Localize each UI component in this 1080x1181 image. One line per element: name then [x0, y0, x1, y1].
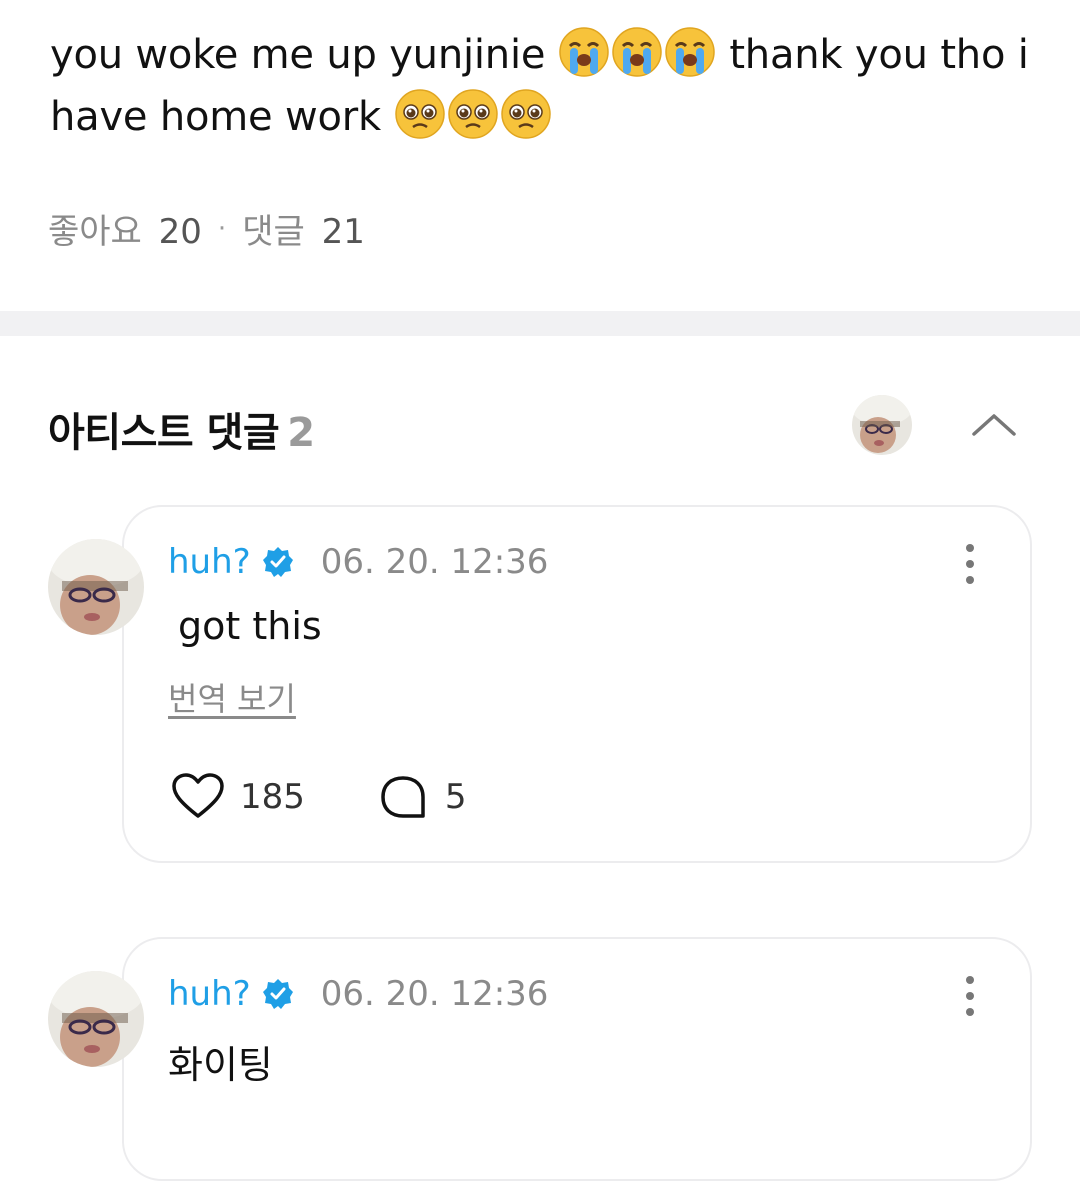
likes-stat[interactable]: 좋아요 20: [48, 204, 202, 253]
like-count: 185: [240, 777, 305, 817]
comment-author[interactable]: huh?: [168, 974, 251, 1014]
stats-separator: ·: [217, 213, 227, 244]
comments-label: 댓글: [242, 212, 305, 252]
chevron-up-icon[interactable]: [964, 400, 1024, 450]
comments-count: 21: [321, 212, 365, 252]
comment-time: 06. 20. 12:36: [320, 974, 549, 1014]
post-text-part2: thank you tho i: [729, 32, 1029, 78]
pleading-face-icon: [447, 89, 498, 139]
post-text-part1: you woke me up yunjinie: [50, 32, 546, 78]
artist-comments-title: 아티스트 댓글 2: [48, 400, 315, 458]
translate-link[interactable]: 번역 보기: [168, 674, 296, 720]
heart-icon[interactable]: [170, 772, 226, 822]
post-text: you woke me up yunjinie thank you tho i …: [50, 24, 1040, 148]
verified-badge-icon: [262, 547, 293, 577]
pleading-face-icon: [394, 89, 445, 139]
reply-bubble-icon[interactable]: [375, 772, 431, 822]
avatar[interactable]: [48, 971, 144, 1067]
crying-emoji-group: [558, 27, 730, 78]
comment-header: huh? 06. 20. 12:36: [168, 542, 548, 582]
reply-count: 5: [444, 777, 467, 817]
section-divider: [0, 311, 1080, 336]
pleading-face-icon: [500, 89, 551, 139]
artist-comments-count: 2: [287, 410, 315, 456]
verified-badge-icon: [262, 979, 293, 1009]
comment-body: 화이팅: [168, 1043, 273, 1087]
likes-count: 20: [158, 212, 202, 252]
comment-time: 06. 20. 12:36: [320, 542, 549, 582]
artist-comments-label: 아티스트 댓글: [48, 410, 280, 456]
more-options-icon[interactable]: [960, 974, 980, 1018]
loudly-crying-face-icon: [559, 27, 609, 77]
pleading-emoji-group: [394, 89, 553, 140]
comment-actions: 185 5: [170, 772, 467, 822]
comment-author[interactable]: huh?: [168, 542, 251, 582]
more-options-icon[interactable]: [960, 542, 980, 586]
artist-avatar[interactable]: [852, 395, 912, 455]
post-stats: 좋아요 20 · 댓글 21: [48, 204, 365, 253]
avatar[interactable]: [48, 539, 144, 635]
likes-label: 좋아요: [48, 212, 142, 252]
loudly-crying-face-icon: [665, 27, 715, 77]
loudly-crying-face-icon: [612, 27, 662, 77]
comments-stat[interactable]: 댓글 21: [242, 204, 365, 253]
comment-body: got this: [178, 604, 322, 648]
post-text-part3: have home work: [50, 94, 381, 140]
comment-header: huh? 06. 20. 12:36: [168, 974, 548, 1014]
